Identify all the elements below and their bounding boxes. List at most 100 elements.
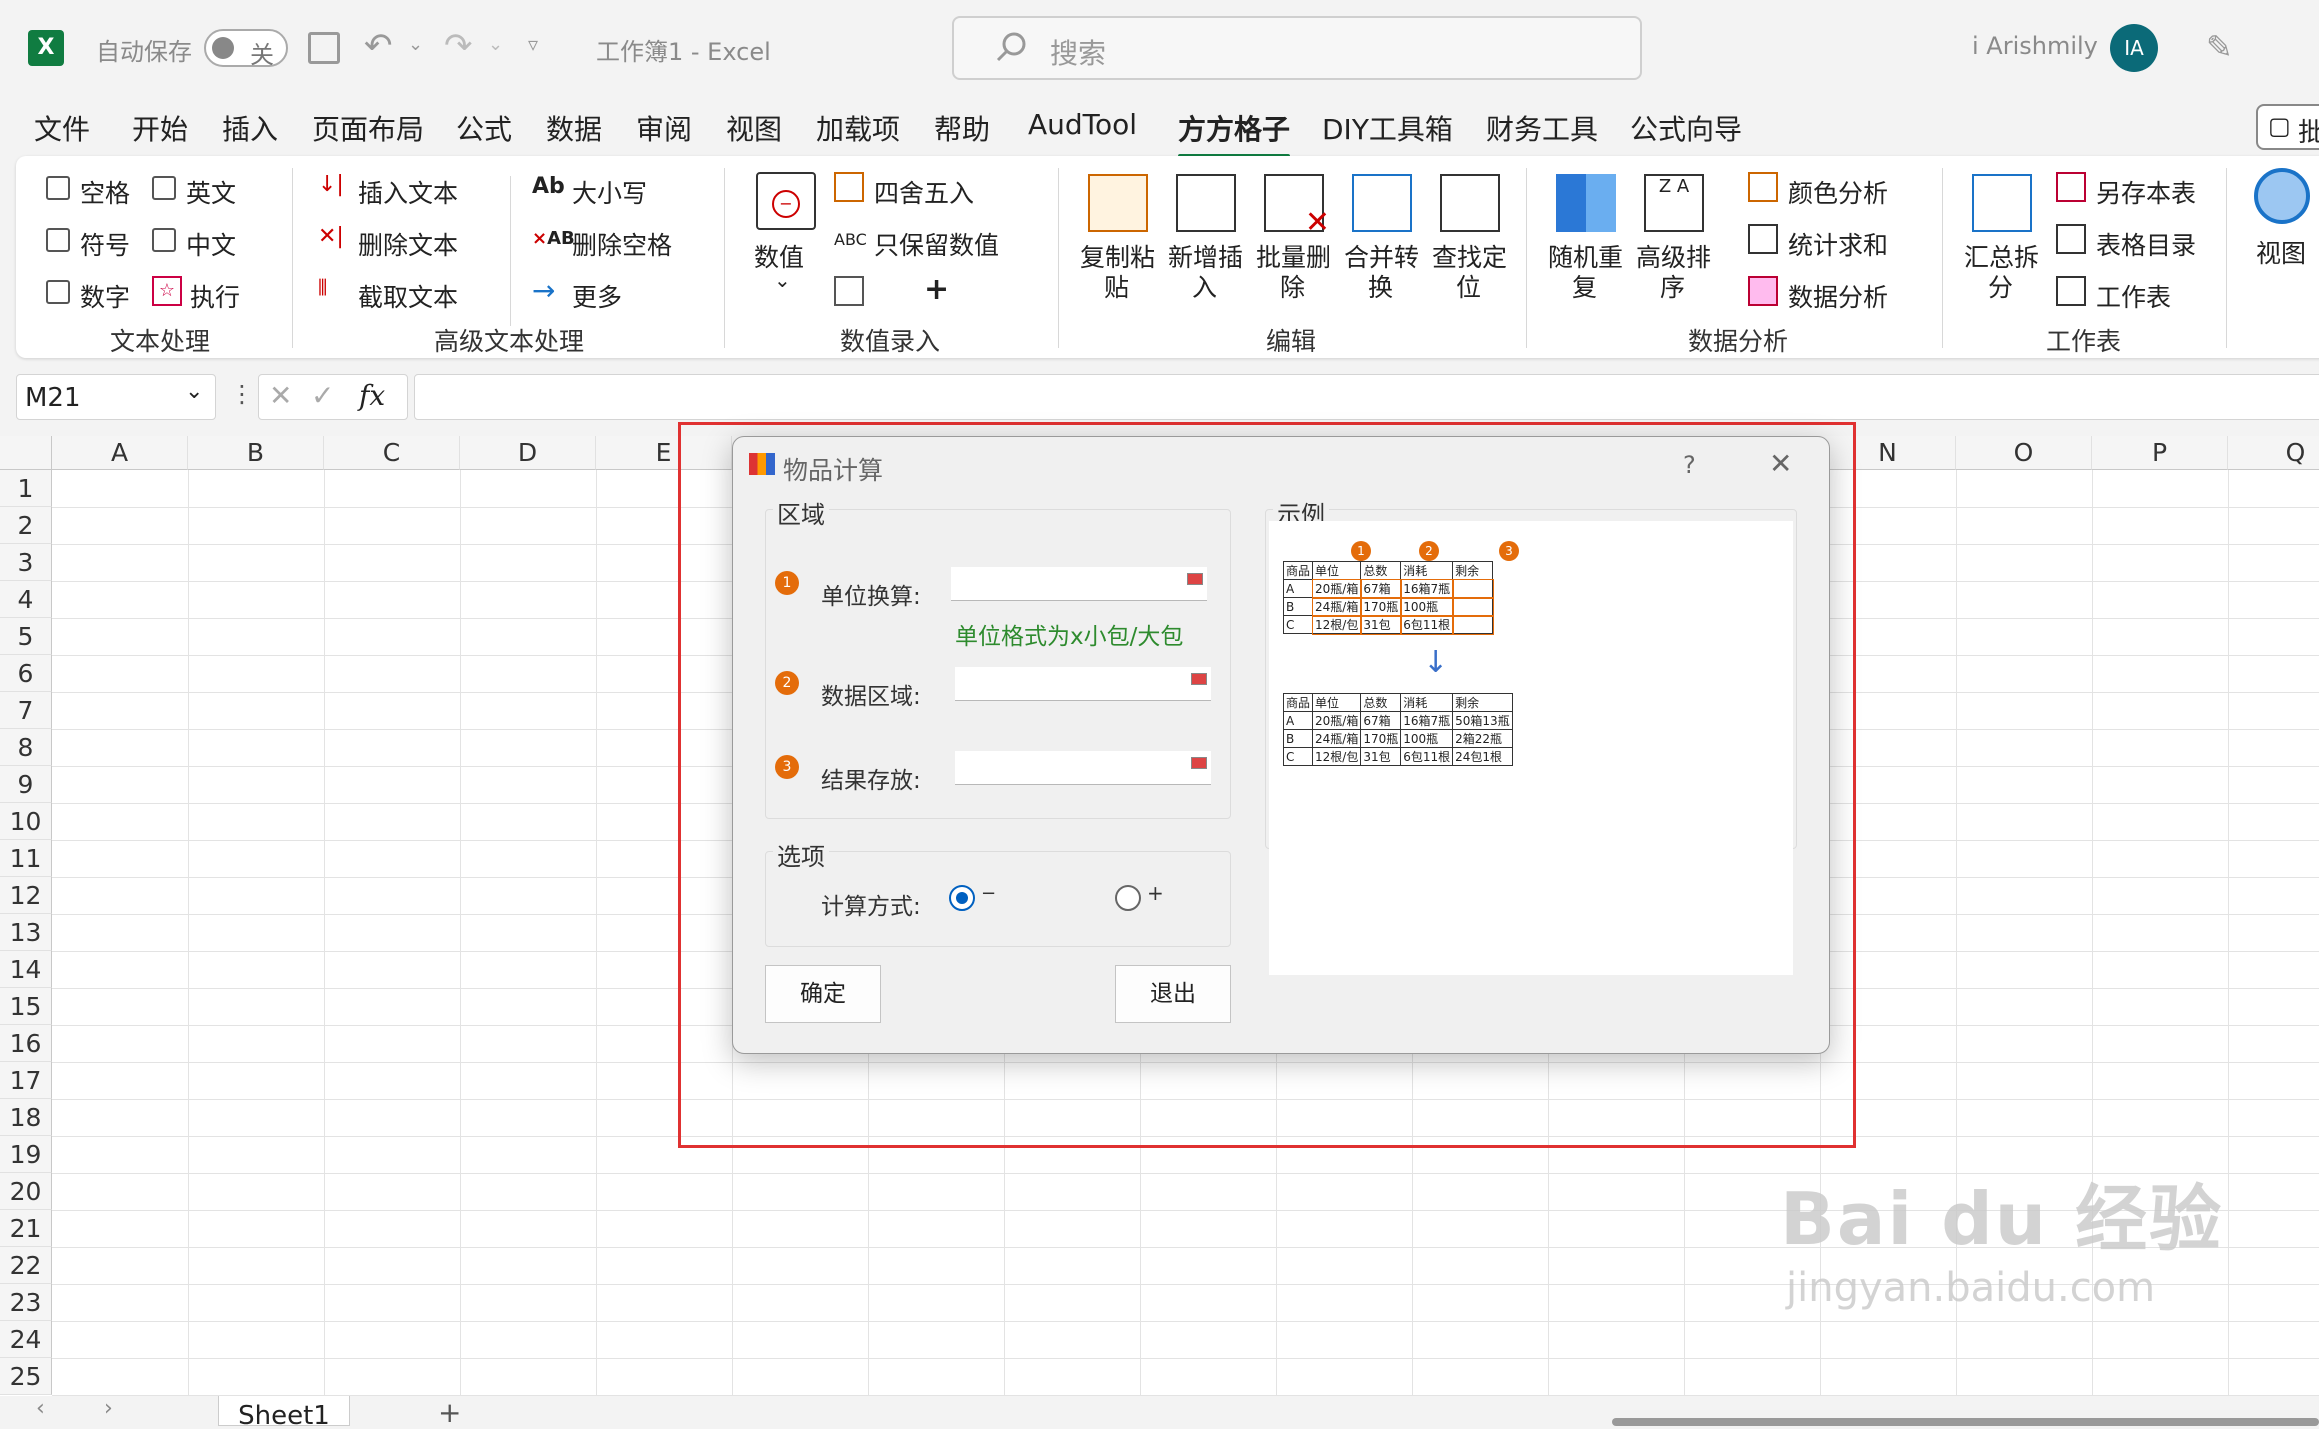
data-analysis-button[interactable]: 数据分析: [1788, 278, 1888, 314]
tab-fangfanggezi[interactable]: 方方格子: [1178, 108, 1291, 158]
merge-convert-button-line2[interactable]: 换: [1368, 268, 1393, 304]
row-header-9[interactable]: 9: [0, 766, 52, 803]
row-header-20[interactable]: 20: [0, 1173, 52, 1210]
pen-icon[interactable]: ✎: [2206, 28, 2233, 66]
sheet-tab-sheet1[interactable]: Sheet1: [218, 1396, 350, 1426]
delete-text-button[interactable]: 删除文本: [358, 226, 458, 262]
search-box[interactable]: 搜索: [952, 16, 1642, 80]
add-insert-button-line2[interactable]: 入: [1192, 268, 1217, 304]
exit-button[interactable]: 退出: [1115, 965, 1231, 1023]
checkbox-english[interactable]: [152, 176, 176, 200]
column-header-A[interactable]: A: [52, 436, 188, 470]
view-button[interactable]: 视图: [2256, 234, 2306, 270]
data-range-input[interactable]: [955, 667, 1211, 701]
tab-view[interactable]: 视图: [726, 108, 782, 148]
row-header-7[interactable]: 7: [0, 692, 52, 729]
tab-page-layout[interactable]: 页面布局: [312, 108, 424, 148]
row-header-11[interactable]: 11: [0, 840, 52, 877]
ok-button[interactable]: 确定: [765, 965, 881, 1023]
execute-button[interactable]: 执行: [190, 278, 240, 314]
plus-icon[interactable]: +: [924, 272, 949, 307]
row-header-23[interactable]: 23: [0, 1284, 52, 1321]
tab-review[interactable]: 审阅: [636, 108, 692, 148]
column-header-B[interactable]: B: [188, 436, 324, 470]
cancel-icon[interactable]: ✕: [269, 379, 292, 412]
save-icon[interactable]: [308, 32, 340, 64]
row-header-25[interactable]: 25: [0, 1358, 52, 1395]
unit-conversion-input[interactable]: [951, 567, 1207, 601]
row-header-4[interactable]: 4: [0, 581, 52, 618]
radio-minus[interactable]: [949, 885, 975, 911]
result-location-input[interactable]: [955, 751, 1211, 785]
close-icon[interactable]: ✕: [1769, 447, 1792, 480]
help-button[interactable]: ?: [1683, 451, 1696, 479]
tab-help[interactable]: 帮助: [934, 108, 990, 148]
row-header-17[interactable]: 17: [0, 1062, 52, 1099]
value-dropdown-icon[interactable]: ⌄: [774, 268, 791, 292]
redo-icon[interactable]: ↷: [444, 26, 473, 66]
column-header-P[interactable]: P: [2092, 436, 2228, 470]
checkbox-number[interactable]: [46, 280, 70, 304]
row-header-21[interactable]: 21: [0, 1210, 52, 1247]
undo-dropdown-icon[interactable]: ⌄: [408, 34, 423, 55]
horizontal-scrollbar[interactable]: [1612, 1418, 2319, 1426]
advanced-sort-button-line2[interactable]: 序: [1660, 268, 1685, 304]
share-button[interactable]: ▢ 批: [2256, 104, 2319, 150]
tab-addins[interactable]: 加载项: [816, 108, 900, 148]
round-button[interactable]: 四舍五入: [874, 174, 974, 210]
worksheet-button[interactable]: 工作表: [2096, 278, 2171, 314]
column-header-Q[interactable]: Q: [2228, 436, 2319, 470]
row-header-8[interactable]: 8: [0, 729, 52, 766]
range-picker-icon[interactable]: [1187, 573, 1203, 585]
select-all-corner[interactable]: [0, 436, 52, 470]
add-sheet-button[interactable]: +: [438, 1396, 461, 1429]
row-header-19[interactable]: 19: [0, 1136, 52, 1173]
row-header-5[interactable]: 5: [0, 618, 52, 655]
keep-values-button[interactable]: 只保留数值: [874, 226, 999, 262]
column-header-C[interactable]: C: [324, 436, 460, 470]
range-picker-icon[interactable]: [1191, 757, 1207, 769]
user-name[interactable]: i Arishmily: [1972, 32, 2098, 60]
more-button[interactable]: 更多: [572, 278, 622, 314]
redo-dropdown-icon[interactable]: ⌄: [488, 34, 503, 55]
tab-formula-wizard[interactable]: 公式向导: [1630, 108, 1742, 148]
row-header-22[interactable]: 22: [0, 1247, 52, 1284]
tab-file[interactable]: 文件: [34, 108, 90, 148]
row-header-2[interactable]: 2: [0, 507, 52, 544]
insert-text-button[interactable]: 插入文本: [358, 174, 458, 210]
next-sheet-icon[interactable]: ›: [104, 1396, 113, 1421]
delete-space-button[interactable]: 删除空格: [572, 226, 672, 262]
batch-delete-button-line2[interactable]: 除: [1280, 268, 1305, 304]
color-analysis-button[interactable]: 颜色分析: [1788, 174, 1888, 210]
tab-audtool[interactable]: AudTool: [1028, 108, 1137, 141]
column-header-D[interactable]: D: [460, 436, 596, 470]
tab-formulas[interactable]: 公式: [456, 108, 512, 148]
row-header-13[interactable]: 13: [0, 914, 52, 951]
sheet-directory-button[interactable]: 表格目录: [2096, 226, 2196, 262]
prev-sheet-icon[interactable]: ‹: [36, 1396, 45, 1421]
row-header-12[interactable]: 12: [0, 877, 52, 914]
checkbox-space[interactable]: [46, 176, 70, 200]
row-header-1[interactable]: 1: [0, 470, 52, 507]
tab-diy-toolbox[interactable]: DIY工具箱: [1322, 108, 1453, 148]
row-header-16[interactable]: 16: [0, 1025, 52, 1062]
avatar[interactable]: IA: [2110, 24, 2158, 72]
range-picker-icon[interactable]: [1191, 673, 1207, 685]
tab-home[interactable]: 开始: [132, 108, 188, 148]
find-locate-button-line2[interactable]: 位: [1456, 268, 1481, 304]
name-box[interactable]: M21 ⌄: [16, 374, 216, 420]
checkbox-chinese[interactable]: [152, 228, 176, 252]
case-button[interactable]: 大小写: [572, 174, 647, 210]
undo-icon[interactable]: ↶: [364, 26, 393, 66]
autosave-toggle[interactable]: 关: [204, 29, 288, 69]
tab-insert[interactable]: 插入: [222, 108, 278, 148]
row-header-15[interactable]: 15: [0, 988, 52, 1025]
more-options-icon[interactable]: ⋮: [230, 380, 254, 408]
stat-sum-button[interactable]: 统计求和: [1788, 226, 1888, 262]
copy-paste-button-line2[interactable]: 贴: [1104, 268, 1129, 304]
insert-function-button[interactable]: fx: [359, 379, 385, 412]
row-header-18[interactable]: 18: [0, 1099, 52, 1136]
tab-data[interactable]: 数据: [546, 108, 602, 148]
customize-toolbar-icon[interactable]: ▿: [528, 32, 538, 56]
row-header-6[interactable]: 6: [0, 655, 52, 692]
